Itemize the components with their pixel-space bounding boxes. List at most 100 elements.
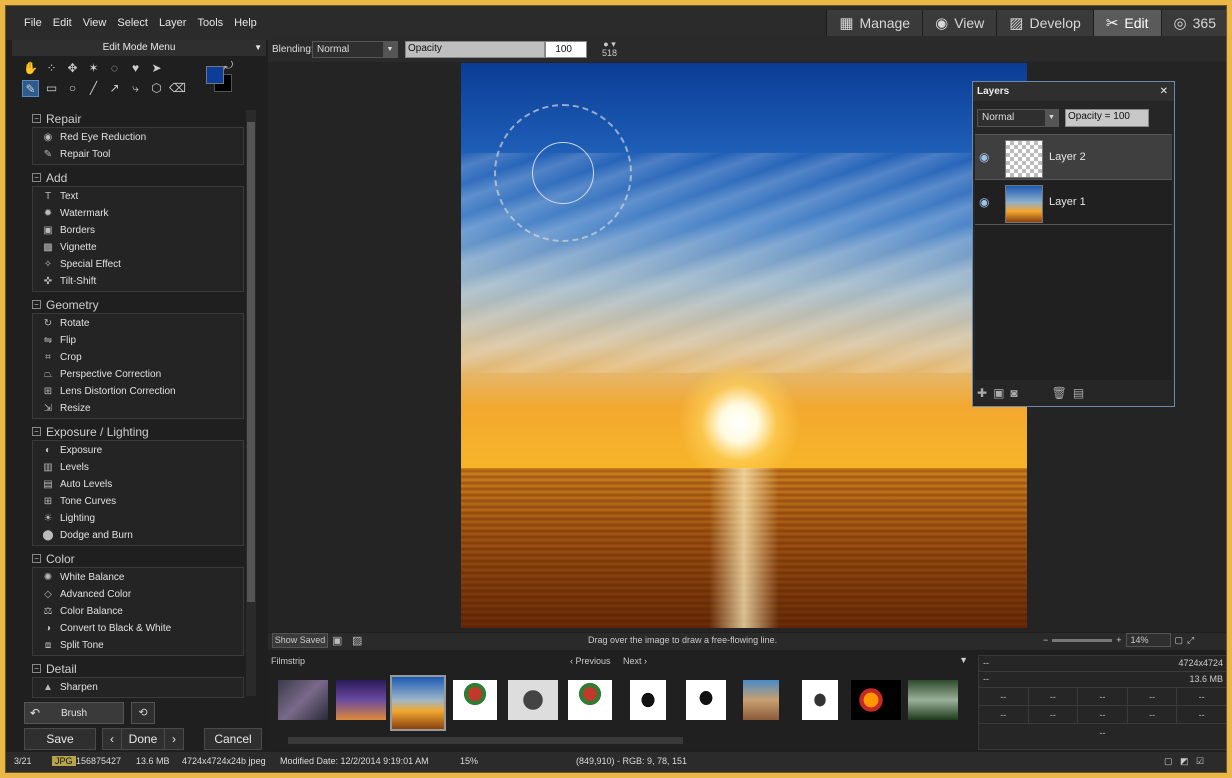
zoom-in-icon[interactable]: + <box>1116 635 1121 645</box>
section-header[interactable]: − Geometry <box>32 296 244 313</box>
opacity-slider[interactable]: Opacity <box>405 41 545 58</box>
collapse-icon[interactable]: − <box>32 664 41 673</box>
section-header[interactable]: − Repair <box>32 110 244 127</box>
collapse-icon[interactable]: − <box>32 114 41 123</box>
tool-item[interactable]: ✎ Repair Tool <box>33 146 243 163</box>
rect-select-icon[interactable]: ▭ <box>43 80 60 97</box>
collapse-icon[interactable]: − <box>32 173 41 182</box>
polygon-icon[interactable]: ⬡ <box>148 80 165 97</box>
mode-view[interactable]: ◉ View <box>922 10 997 36</box>
tool-item[interactable]: ◑ Convert to Black & White <box>33 620 243 637</box>
panel-scrollbar[interactable] <box>246 110 256 696</box>
edit-mode-menu-header[interactable]: Edit Mode Menu ▼ <box>12 40 266 56</box>
thumbnail[interactable] <box>743 680 779 720</box>
heart-shape-icon[interactable]: ♥ <box>127 60 144 77</box>
layer-row-2[interactable]: ◉ Layer 2 <box>975 135 1172 180</box>
menu-layer[interactable]: Layer <box>159 17 187 29</box>
prev-image-button[interactable]: ‹ <box>102 728 122 750</box>
layer-blend-select[interactable]: Normal ▼ <box>977 109 1059 127</box>
tool-item[interactable]: ⊞ Lens Distortion Correction <box>33 383 243 400</box>
next-image-button[interactable]: › <box>164 728 184 750</box>
duplicate-layer-icon[interactable]: ▣ <box>993 386 1004 400</box>
show-saved-button[interactable]: Show Saved <box>272 633 328 648</box>
thumbnail[interactable] <box>278 680 328 720</box>
section-header[interactable]: − Exposure / Lighting <box>32 423 244 440</box>
photo-icon[interactable]: ▨ <box>352 634 362 647</box>
tool-item[interactable]: ⚖ Color Balance <box>33 603 243 620</box>
brush-button[interactable]: ↶ Brush <box>24 702 124 724</box>
foreground-color-swatch[interactable] <box>206 66 224 84</box>
thumbnail[interactable] <box>851 680 901 720</box>
cancel-button[interactable]: Cancel <box>204 728 262 750</box>
thumbnail[interactable] <box>630 680 666 720</box>
menu-edit[interactable]: Edit <box>53 17 72 29</box>
magic-wand-icon[interactable]: ✶ <box>85 60 102 77</box>
blending-select[interactable]: Normal ▼ <box>312 41 398 58</box>
thumbnail[interactable] <box>336 680 386 720</box>
tool-item[interactable]: ⇲ Resize <box>33 400 243 417</box>
lasso-icon[interactable]: ◌ <box>106 60 123 77</box>
mode-manage[interactable]: ▦ Manage <box>826 10 923 36</box>
save-button[interactable]: Save <box>24 728 96 750</box>
fit-icon[interactable]: ⤢ <box>1187 635 1194 646</box>
section-header[interactable]: − Add <box>32 169 244 186</box>
actual-size-icon[interactable]: ▢ <box>1175 635 1184 646</box>
pointer-icon[interactable]: ➤ <box>148 60 165 77</box>
close-icon[interactable]: ✕ <box>1160 82 1168 101</box>
section-header[interactable]: − Color <box>32 550 244 567</box>
thumbnail[interactable] <box>802 680 838 720</box>
view-single-icon[interactable]: ▢ <box>1164 756 1173 767</box>
ellipse-select-icon[interactable]: ○ <box>64 80 81 97</box>
move-icon[interactable]: ⁘ <box>43 60 60 77</box>
mode-edit[interactable]: ✂ Edit <box>1092 10 1161 36</box>
menu-view[interactable]: View <box>83 17 107 29</box>
layer-mask-icon[interactable]: ◙ <box>1010 386 1017 400</box>
checkmark-icon[interactable]: ☑ <box>1196 756 1204 767</box>
thumbnail[interactable] <box>568 680 612 720</box>
pan-hand-icon[interactable]: ✋ <box>22 60 39 77</box>
add-layer-icon[interactable]: ✚ <box>977 386 987 400</box>
zoom-out-icon[interactable]: − <box>1043 635 1048 645</box>
compare-icon[interactable]: ▣ <box>332 634 342 647</box>
brush-tool-icon[interactable]: ✎ <box>22 80 39 97</box>
swap-colors-icon[interactable]: ⤾ <box>224 60 233 73</box>
thumbnail[interactable] <box>508 680 558 720</box>
thumbnail-selected[interactable] <box>390 675 446 731</box>
tool-item[interactable]: ⏢ Perspective Correction <box>33 366 243 383</box>
view-split-icon[interactable]: ◩ <box>1180 756 1189 767</box>
mode-365[interactable]: ◎ 365 <box>1160 10 1226 36</box>
done-button[interactable]: Done <box>122 728 164 750</box>
tool-item[interactable]: ⧈ Split Tone <box>33 637 243 654</box>
eraser-icon[interactable]: ⌫ <box>169 80 186 97</box>
tool-item[interactable]: ✺ White Balance <box>33 569 243 586</box>
line-icon[interactable]: ╱ <box>85 80 102 97</box>
freeform-line-icon[interactable]: ⤷ <box>127 80 144 97</box>
thumbnail[interactable] <box>686 680 726 720</box>
transform-icon[interactable]: ✥ <box>64 60 81 77</box>
delete-layer-icon[interactable]: 🗑 <box>1052 386 1067 400</box>
scrollbar-thumb[interactable] <box>247 122 255 602</box>
tool-item[interactable]: ✜ Tilt-Shift <box>33 273 243 290</box>
tool-item[interactable]: ↻ Rotate <box>33 315 243 332</box>
tool-item[interactable]: ⊞ Tone Curves <box>33 493 243 510</box>
tool-item[interactable]: T Text <box>33 188 243 205</box>
visibility-eye-icon[interactable]: ◉ <box>979 195 989 209</box>
tool-item[interactable]: ✹ Watermark <box>33 205 243 222</box>
menu-select[interactable]: Select <box>117 17 148 29</box>
tool-item[interactable]: ⬤ Dodge and Burn <box>33 527 243 544</box>
reset-button[interactable]: ⟲ <box>131 702 155 724</box>
undo-icon[interactable]: ↶ <box>30 706 40 720</box>
visibility-eye-icon[interactable]: ◉ <box>979 150 989 164</box>
opacity-input[interactable]: 100 <box>545 41 587 58</box>
section-header[interactable]: − Detail <box>32 660 244 677</box>
tool-item[interactable]: ▩ Vignette <box>33 239 243 256</box>
menu-file[interactable]: File <box>24 17 42 29</box>
menu-tools[interactable]: Tools <box>197 17 223 29</box>
collapse-icon[interactable]: − <box>32 427 41 436</box>
tool-item[interactable]: ◇ Advanced Color <box>33 586 243 603</box>
tool-item[interactable]: ☀ Lighting <box>33 510 243 527</box>
layer-row-1[interactable]: ◉ Layer 1 <box>975 180 1172 225</box>
tool-item[interactable]: ✧ Special Effect <box>33 256 243 273</box>
filmstrip-scrollbar[interactable] <box>288 737 683 744</box>
tool-item[interactable]: ◉ Red Eye Reduction <box>33 129 243 146</box>
